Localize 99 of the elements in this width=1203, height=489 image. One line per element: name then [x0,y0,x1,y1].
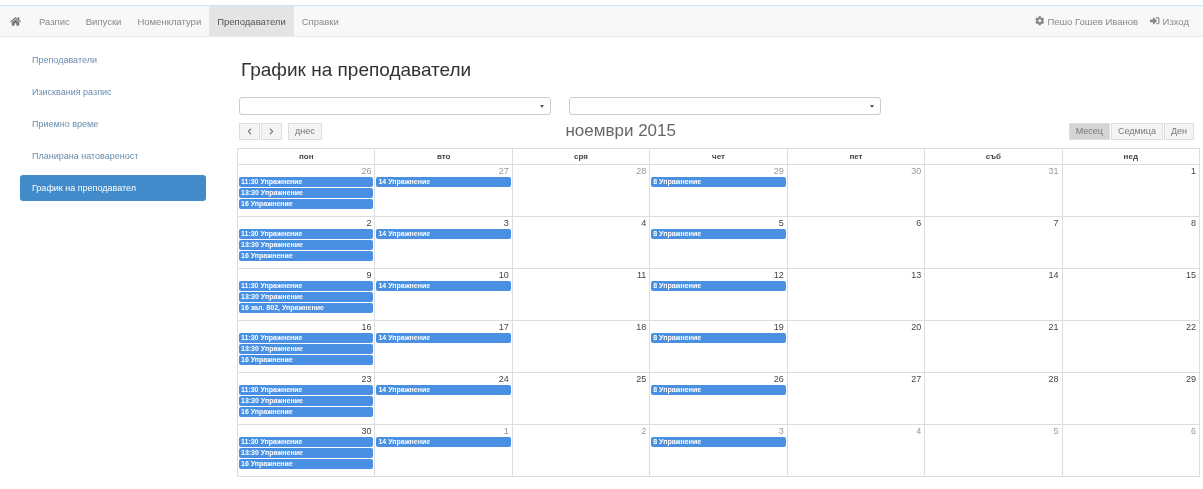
weekday-header: пет [787,149,926,165]
weekday-header: чет [650,149,788,165]
day-number: 3 [777,425,785,437]
day-cell[interactable]: 13 [787,269,926,321]
day-number: 29 [772,165,785,177]
day-number: 5 [1052,425,1060,437]
day-number: 2 [640,425,648,437]
sidebar-item[interactable]: Преподаватели [20,47,206,73]
day-cell[interactable]: 28 [925,373,1063,425]
sidebar-item[interactable]: Планирана натовареност [20,143,206,169]
day-cell[interactable]: 31 [925,165,1063,217]
day-number: 28 [1047,373,1060,385]
day-cell[interactable]: 29 [1062,373,1200,425]
day-number: 18 [635,321,648,333]
day-number: 30 [360,425,373,437]
day-number: 20 [910,321,923,333]
logout-link[interactable]: Изход [1144,6,1195,36]
day-cell[interactable]: 21 [925,321,1063,373]
day-number: 11 [635,269,648,281]
day-cell[interactable]: 2 [512,425,651,477]
day-number: 28 [635,165,648,177]
day-cell[interactable]: 15 [1062,269,1200,321]
day-cell[interactable]: 11 [512,269,651,321]
day-number: 13 [910,269,923,281]
day-number: 7 [1052,217,1060,229]
view-button[interactable]: Седмица [1111,122,1163,140]
day-number: 26 [360,165,373,177]
day-number: 12 [772,269,785,281]
nav-link[interactable]: Преподаватели [209,6,294,36]
day-cell[interactable]: 4 [787,425,926,477]
day-cell[interactable]: 18 [512,321,651,373]
nav-link[interactable]: Випуски [77,6,130,36]
next-button[interactable] [261,122,282,140]
select-field[interactable] [239,97,551,115]
day-cell[interactable]: 6 [787,217,926,269]
day-number: 4 [915,425,923,437]
select-field[interactable] [569,97,881,115]
day-number: 14 [1047,269,1060,281]
day-number: 6 [915,217,923,229]
day-cell[interactable]: 25 [512,373,651,425]
nav-link[interactable]: Разпис [31,6,78,36]
logout-icon [1150,16,1160,26]
day-number: 24 [497,373,510,385]
day-number: 29 [1185,373,1197,385]
day-number: 30 [910,165,923,177]
day-cell[interactable]: 20 [787,321,926,373]
previous-button[interactable] [239,122,260,140]
day-number: 27 [497,165,510,177]
sidebar-item[interactable]: График на преподавател [20,175,206,201]
day-number: 25 [635,373,648,385]
day-number: 16 [360,321,373,333]
day-number: 22 [1185,321,1197,333]
page-title: График на преподаватели [241,59,473,81]
today-button[interactable]: днес [288,122,322,140]
day-number: 6 [1190,425,1197,437]
day-number: 1 [502,425,510,437]
day-cell[interactable]: 4 [512,217,651,269]
day-cell[interactable]: 28 [512,165,651,217]
day-cell[interactable]: 6 [1062,425,1200,477]
day-number: 1 [1190,165,1197,177]
weekday-header: нед [1062,149,1200,165]
day-number: 4 [640,217,648,229]
day-number: 9 [365,269,373,281]
day-number: 3 [502,217,510,229]
day-number: 8 [1190,217,1197,229]
day-number: 15 [1185,269,1197,281]
weekday-header: вто [375,149,513,165]
day-cell[interactable]: 7 [925,217,1063,269]
day-number: 10 [497,269,510,281]
settings-icon [1034,16,1045,26]
day-number: 5 [777,217,785,229]
day-number: 27 [910,373,923,385]
sidebar-item[interactable]: Изисквания разпис [20,79,206,105]
user-link[interactable]: Пешо Гошев Иванов [1028,6,1145,36]
month-title: ноември 2015 [564,121,677,141]
weekday-header: пон [238,149,376,165]
day-number: 23 [360,373,373,385]
weekday-header: сря [512,149,651,165]
nav-link[interactable]: Номенклатури [129,6,210,36]
weekday-header: съб [925,149,1063,165]
day-number: 19 [772,321,785,333]
chevron-left-icon [246,127,253,135]
day-cell[interactable]: 22 [1062,321,1200,373]
day-number: 26 [772,373,785,385]
nav-link[interactable]: Справки [293,6,347,36]
day-number: 2 [365,217,373,229]
sidebar-item[interactable]: Приемно време [20,111,206,137]
day-number: 31 [1047,165,1060,177]
day-cell[interactable]: 8 [1062,217,1200,269]
day-cell[interactable]: 5 [925,425,1063,477]
day-cell[interactable]: 1 [1062,165,1200,217]
day-cell[interactable]: 30 [787,165,926,217]
day-cell[interactable]: 14 [925,269,1063,321]
view-button[interactable]: Ден [1163,122,1194,140]
view-button[interactable]: Месец [1068,122,1110,140]
day-cell[interactable]: 27 [787,373,926,425]
day-number: 17 [497,321,510,333]
chevron-right-icon [268,127,275,135]
day-number: 21 [1047,321,1060,333]
